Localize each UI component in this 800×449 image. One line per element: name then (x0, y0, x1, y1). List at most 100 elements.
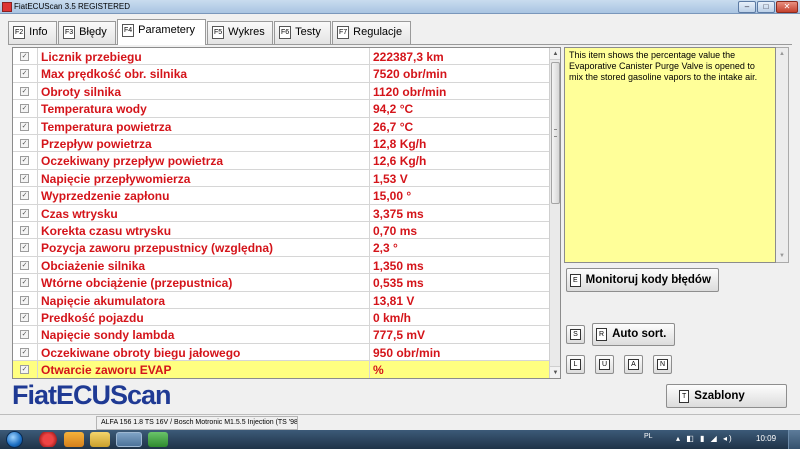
parameter-value: % (373, 363, 384, 378)
table-row[interactable]: ✓ Napięcie przepływomierza 1,53 V (13, 169, 549, 188)
tab-key: F7 (337, 26, 350, 39)
table-row[interactable]: ✓ Napięcie akumulatora 13,81 V (13, 291, 549, 309)
media-player-icon[interactable] (64, 432, 84, 447)
scroll-down-arrow-icon[interactable]: ▼ (550, 366, 560, 378)
row-checkbox[interactable]: ✓ (20, 173, 29, 183)
scroll-up-arrow-icon[interactable]: ▲ (550, 48, 560, 60)
maximize-button[interactable]: □ (757, 1, 775, 13)
row-checkbox[interactable]: ✓ (20, 226, 29, 235)
table-row[interactable]: ✓ Wtórne obciążenie (przepustnica) 0,535 m… (13, 274, 549, 292)
parameter-name: Czas wtrysku (41, 206, 118, 221)
tab-key: F2 (13, 26, 26, 39)
row-checkbox[interactable]: ✓ (20, 121, 29, 131)
table-row-selected[interactable]: ✓ Otwarcie zaworu EVAP% (13, 361, 549, 378)
parameter-name: Max prędkość obr. silnika (41, 67, 188, 82)
button-label: Auto sort. (612, 328, 667, 340)
parameter-value: 15,00 ° (373, 189, 412, 204)
table-row[interactable]: ✓ Temperatura wody 94,2 °C (13, 100, 549, 118)
tab-parametery[interactable]: F4 Parametery (117, 19, 206, 45)
parameter-name: Napięcie sondy lambda (41, 328, 175, 343)
table-row[interactable]: ✓ Obroty silnika 1120 obr/min (13, 82, 549, 101)
parameter-name: Licznik przebiegu (41, 50, 142, 64)
parameter-name: Pozycja zaworu przepustnicy (względna) (41, 241, 274, 256)
row-checkbox[interactable]: ✓ (20, 295, 29, 305)
tab-label: Regulacje (353, 26, 403, 38)
clock[interactable]: 10:09 (756, 434, 776, 443)
scroll-thumb[interactable] (551, 62, 560, 204)
row-checkbox[interactable]: ✓ (20, 365, 29, 375)
scroll-up-arrow-icon[interactable]: ▲ (776, 48, 788, 60)
table-row[interactable]: ✓ Czas wtrysku 3,375 ms (13, 204, 549, 222)
row-checkbox[interactable]: ✓ (20, 156, 29, 166)
key-icon: N (657, 359, 668, 370)
monitor-error-codes-button[interactable]: E Monitoruj kody błędów (566, 268, 719, 292)
row-checkbox[interactable]: ✓ (20, 347, 29, 357)
row-checkbox[interactable]: ✓ (20, 260, 29, 270)
minimize-button[interactable]: – (738, 1, 756, 13)
scroll-down-arrow-icon[interactable]: ▼ (776, 250, 788, 262)
row-checkbox[interactable]: ✓ (20, 86, 29, 96)
u-button[interactable]: U (595, 355, 614, 374)
row-checkbox[interactable]: ✓ (20, 191, 29, 201)
row-checkbox[interactable]: ✓ (20, 278, 29, 288)
szablony-button[interactable]: T Szablony (666, 384, 787, 408)
parameter-value: 950 obr/min (373, 345, 441, 360)
row-checkbox[interactable]: ✓ (20, 243, 29, 253)
fiatecuscan-taskbar-icon[interactable] (116, 432, 142, 447)
status-bar: ALFA 156 1.8 TS 16V / Bosch Motronic M1.… (0, 414, 800, 430)
windows-logo-icon (6, 431, 23, 448)
tab-wykres[interactable]: F5 Wykres (207, 21, 273, 44)
table-row[interactable]: ✓ Oczekiwany przepływ powietrza 12,6 Kg/h (13, 152, 549, 170)
tab-label: Błędy (79, 26, 107, 38)
start-button[interactable] (4, 430, 26, 449)
s-button[interactable]: S (566, 325, 585, 344)
parameter-name: Oczekiwane obroty biegu jałowego (41, 345, 241, 360)
key-icon: S (570, 329, 581, 340)
tab-key: F4 (122, 24, 135, 37)
tab-regulacje[interactable]: F7 Regulacje (332, 21, 411, 44)
tray-icons[interactable]: ▴ ◧ ▮ ◢ ◂) (676, 434, 734, 443)
row-checkbox[interactable]: ✓ (20, 52, 29, 61)
row-checkbox[interactable]: ✓ (20, 330, 29, 340)
tab-testy[interactable]: F6 Testy (274, 21, 331, 44)
table-row[interactable]: ✓ Oczekiwane obroty biegu jałowego 950 obr… (13, 343, 549, 362)
l-button[interactable]: L (566, 355, 585, 374)
tab-bledy[interactable]: F3 Błędy (58, 21, 116, 44)
table-row[interactable]: ✓ Pozycja zaworu przepustnicy (względna) 2… (13, 239, 549, 257)
row-checkbox[interactable]: ✓ (20, 104, 29, 114)
row-checkbox[interactable]: ✓ (20, 208, 29, 218)
table-row[interactable]: ✓ Licznik przebiegu 222387,3 km (13, 48, 549, 66)
table-row[interactable]: ✓ Obciażenie silnika 1,350 ms (13, 256, 549, 275)
parameter-name: Napięcie przepływomierza (41, 171, 191, 186)
table-row[interactable]: ✓ Max prędkość obr. silnika 7520 obr/min (13, 65, 549, 83)
table-scrollbar[interactable]: ▲ ▼ (549, 48, 560, 378)
folder-icon[interactable] (90, 432, 110, 447)
row-checkbox[interactable]: ✓ (20, 69, 29, 79)
row-checkbox[interactable]: ✓ (20, 313, 29, 322)
parameter-value: 777,5 mV (373, 328, 426, 343)
auto-sort-button[interactable]: R Auto sort. (592, 323, 675, 346)
parameter-value: 12,6 Kg/h (373, 154, 427, 169)
parameter-value: 0 km/h (373, 311, 412, 325)
a-button[interactable]: A (624, 355, 643, 374)
show-desktop-button[interactable] (788, 430, 800, 449)
key-icon: T (679, 390, 690, 403)
table-row[interactable]: ✓ Napięcie sondy lambda 777,5 mV (13, 326, 549, 344)
table-row[interactable]: ✓ Wyprzedzenie zapłonu 15,00 ° (13, 187, 549, 205)
key-icon: A (628, 359, 639, 370)
tab-info[interactable]: F2 Info (8, 21, 57, 44)
parameter-name: Temperatura wody (41, 102, 147, 117)
language-indicator[interactable]: PL (644, 433, 653, 440)
app-icon-green[interactable] (148, 432, 168, 447)
row-checkbox[interactable]: ✓ (20, 139, 29, 148)
table-row[interactable]: ✓ Temperatura powietrza 26,7 °C (13, 117, 549, 135)
table-row[interactable]: ✓ Predkość pojazdu 0 km/h (13, 309, 549, 327)
n-button[interactable]: N (653, 355, 672, 374)
description-scrollbar[interactable]: ▲ ▼ (776, 47, 789, 263)
table-row[interactable]: ✓ Korekta czasu wtrysku 0,70 ms (13, 222, 549, 240)
opera-icon[interactable] (38, 432, 58, 447)
app-icon (2, 2, 12, 12)
key-icon: E (570, 274, 581, 287)
close-button[interactable]: ✕ (776, 1, 798, 13)
table-row[interactable]: ✓ Przepływ powietrza 12,8 Kg/h (13, 135, 549, 153)
